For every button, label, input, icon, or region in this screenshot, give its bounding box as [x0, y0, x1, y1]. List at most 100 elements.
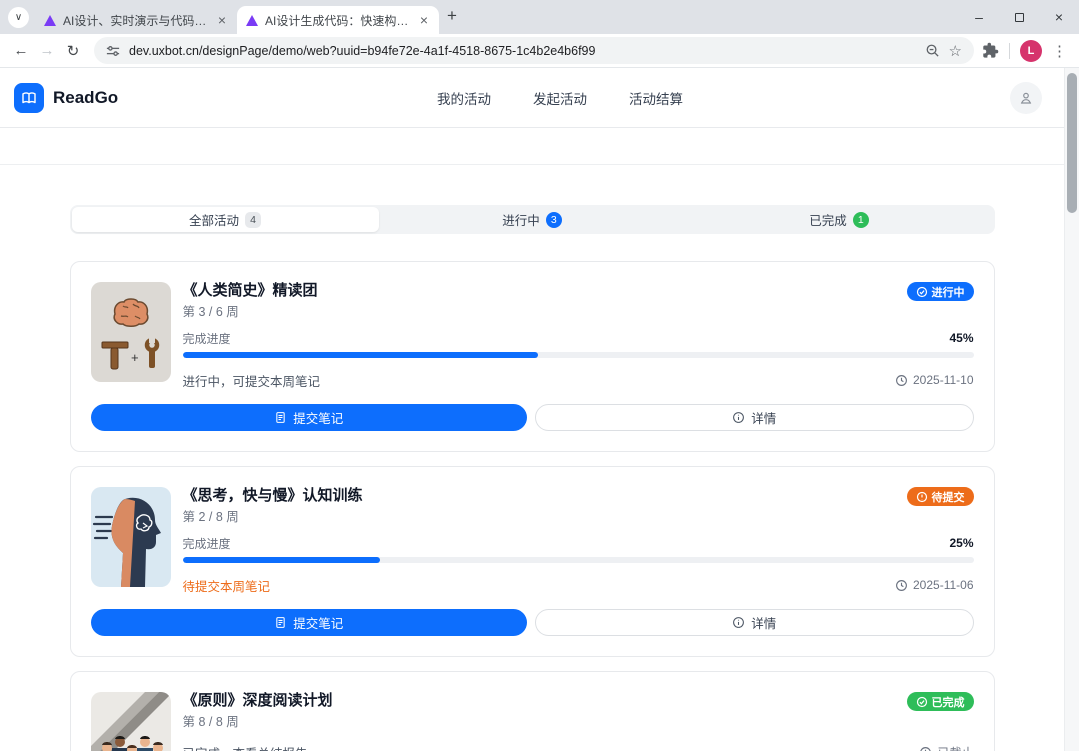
nav-create-activity[interactable]: 发起活动: [533, 88, 587, 108]
week-progress-text: 第 8 / 8 周: [183, 715, 974, 730]
count-badge: 1: [853, 212, 869, 228]
count-badge: 3: [546, 212, 562, 228]
deadline-text: 2025-11-10: [913, 373, 974, 387]
browser-menu-icon[interactable]: ⋮: [1052, 42, 1067, 60]
zoom-out-icon[interactable]: [925, 43, 940, 58]
browser-tab-1[interactable]: AI设计、实时演示与代码生成工 ×: [35, 6, 237, 34]
activity-filter-tabs: 全部活动 4 进行中 3 已完成 1: [70, 205, 995, 234]
window-controls: – ×: [959, 0, 1079, 34]
toolbar-right: L ⋮: [982, 40, 1071, 62]
activity-thumbnail-team: [91, 692, 171, 751]
browser-profile-avatar[interactable]: L: [1020, 40, 1042, 62]
minimize-button[interactable]: –: [959, 0, 999, 34]
browser-tab-title: AI设计生成代码：快速构建网站: [265, 12, 411, 29]
week-progress-text: 第 2 / 8 周: [183, 510, 974, 525]
browser-tab-title: AI设计、实时演示与代码生成工: [63, 12, 209, 29]
submit-notes-button[interactable]: 提交笔记: [91, 404, 528, 431]
tab-all-activities[interactable]: 全部活动 4: [72, 207, 379, 232]
details-button[interactable]: 详情: [535, 404, 974, 431]
info-icon: [732, 616, 745, 629]
brand[interactable]: ReadGo: [14, 83, 118, 113]
site-header: ReadGo 我的活动 发起活动 活动结算: [0, 68, 1064, 128]
address-bar[interactable]: dev.uxbot.cn/designPage/demo/web?uuid=b9…: [94, 37, 974, 64]
status-badge: 待提交: [907, 487, 974, 506]
progress-bar-track: [183, 352, 974, 358]
close-window-button[interactable]: ×: [1039, 0, 1079, 34]
button-label: 提交笔记: [293, 613, 343, 632]
info-icon: [732, 411, 745, 424]
week-progress-text: 第 3 / 6 周: [183, 305, 974, 320]
reload-button[interactable]: ↻: [60, 42, 86, 60]
deadline: 已截止: [919, 744, 973, 751]
browser-tab-strip: ∨ AI设计、实时演示与代码生成工 × AI设计生成代码：快速构建网站 × + …: [0, 0, 1079, 34]
webpage: ReadGo 我的活动 发起活动 活动结算 全部活动: [0, 68, 1064, 751]
activity-status-text: 进行中，可提交本周笔记: [183, 371, 321, 390]
tab-label: 全部活动: [189, 210, 239, 229]
back-button[interactable]: ←: [8, 42, 34, 59]
main-nav: 我的活动 发起活动 活动结算: [437, 88, 683, 108]
header-sub-band: [0, 128, 1064, 165]
forward-button[interactable]: →: [34, 42, 60, 59]
clock-icon: [895, 374, 908, 387]
status-badge: 已完成: [907, 692, 974, 711]
close-icon[interactable]: ×: [418, 12, 430, 28]
tab-in-progress[interactable]: 进行中 3: [379, 207, 686, 232]
badge-label: 进行中: [932, 284, 965, 300]
count-badge: 4: [245, 212, 261, 228]
button-label: 详情: [751, 613, 776, 632]
activity-status-text: 已完成，查看总结报告: [183, 743, 308, 751]
svg-text:+: +: [131, 350, 139, 365]
brand-name: ReadGo: [53, 88, 118, 108]
progress-bar-fill: [183, 352, 539, 358]
activity-card: 《思考，快与慢》认知训练 待提交 第 2 / 8 周 完成: [70, 466, 995, 657]
document-icon: [274, 411, 287, 424]
site-settings-icon[interactable]: [106, 44, 120, 58]
url-text[interactable]: dev.uxbot.cn/designPage/demo/web?uuid=b9…: [129, 44, 916, 58]
progress-bar-track: [183, 557, 974, 563]
details-button[interactable]: 详情: [535, 609, 974, 636]
progress-label: 完成进度: [183, 535, 231, 552]
activity-card: 《原则》深度阅读计划 已完成 第 8 / 8 周 已完成，: [70, 671, 995, 751]
nav-my-activities[interactable]: 我的活动: [437, 88, 491, 108]
submit-notes-button[interactable]: 提交笔记: [91, 609, 528, 636]
button-label: 提交笔记: [293, 408, 343, 427]
scrollbar-thumb[interactable]: [1067, 73, 1077, 213]
nav-activity-settlement[interactable]: 活动结算: [629, 88, 683, 108]
readgo-logo: [14, 83, 44, 113]
alert-circle-icon: [916, 491, 928, 503]
clock-icon: [895, 579, 908, 592]
tab-search-button[interactable]: ∨: [8, 7, 29, 28]
activity-card: + 《人类简史》精读团: [70, 261, 995, 452]
badge-label: 已完成: [932, 694, 965, 710]
close-icon[interactable]: ×: [216, 12, 228, 28]
browser-tab-2-active[interactable]: AI设计生成代码：快速构建网站 ×: [237, 6, 439, 34]
badge-label: 待提交: [932, 489, 965, 505]
progress-percent: 25%: [949, 536, 973, 550]
open-book-icon: [20, 89, 38, 107]
progress-bar-fill: [183, 557, 381, 563]
new-tab-button[interactable]: +: [447, 6, 457, 26]
button-label: 详情: [751, 408, 776, 427]
check-circle-icon: [916, 696, 928, 708]
status-badge: 进行中: [907, 282, 974, 301]
activity-title: 《原则》深度阅读计划: [183, 692, 333, 710]
progress-label: 完成进度: [183, 330, 231, 347]
uxbot-favicon-icon: [44, 15, 56, 26]
deadline-text: 已截止: [937, 744, 973, 751]
deadline-text: 2025-11-06: [913, 578, 974, 592]
chevron-down-icon: ∨: [15, 12, 22, 23]
activity-thumbnail-brain-tools: +: [91, 282, 171, 382]
page-scrollbar[interactable]: [1064, 68, 1079, 751]
bookmark-star-icon[interactable]: ☆: [949, 42, 962, 60]
deadline: 2025-11-06: [895, 578, 974, 592]
uxbot-favicon-icon: [246, 15, 258, 26]
main-content: 全部活动 4 进行中 3 已完成 1: [70, 165, 995, 751]
activity-title: 《思考，快与慢》认知训练: [183, 487, 363, 505]
activity-title: 《人类简史》精读团: [183, 282, 318, 300]
user-avatar[interactable]: [1010, 82, 1042, 114]
maximize-button[interactable]: [999, 0, 1039, 34]
tab-completed[interactable]: 已完成 1: [686, 207, 993, 232]
tab-label: 已完成: [809, 210, 847, 229]
activity-thumbnail-thinking-head: [91, 487, 171, 587]
extensions-icon[interactable]: [982, 42, 999, 59]
